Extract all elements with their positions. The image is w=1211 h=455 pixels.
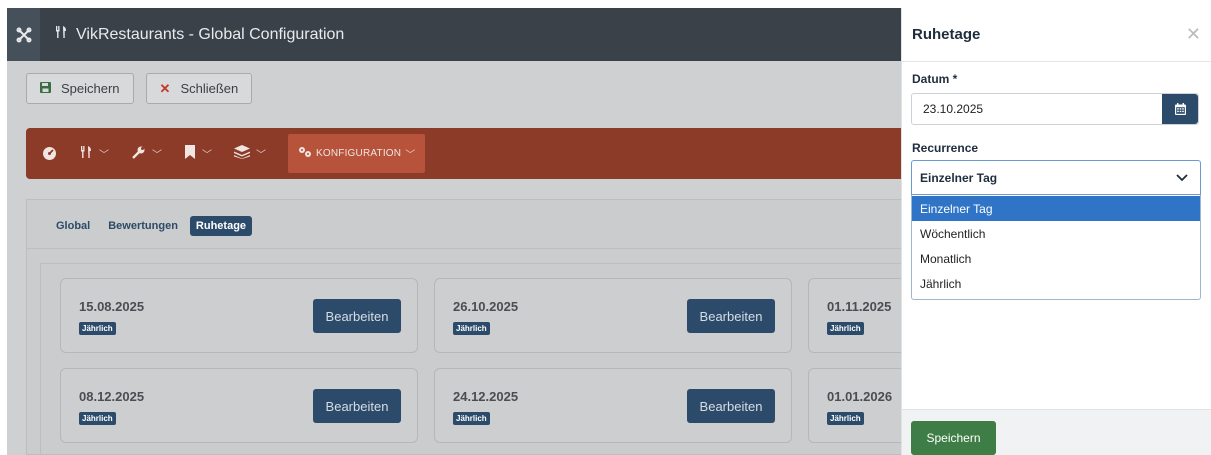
closing-days-grid: 15.08.2025 Jährlich Bearbeiten 26.10.202… [40,263,904,455]
floppy-disk-icon [40,81,51,96]
divider [27,248,902,249]
edit-button[interactable]: Bearbeiten [687,389,775,423]
recurrence-badge: Jährlich [453,412,490,425]
drawer-footer: Speichern [902,409,1211,455]
card-date: 08.12.2025 [79,389,145,404]
date-label: Datum * [912,72,958,86]
close-button[interactable]: ✕ Schließen [145,73,253,104]
option-jaehrlich[interactable]: Jährlich [912,271,1200,296]
recurrence-badge: Jährlich [827,322,864,335]
menu-layers[interactable]: ﹀ [234,145,266,162]
main-navbar: ﹀ ﹀ ﹀ ﹀ KONFIGURATION ﹀ [26,128,901,179]
drawer-header: Ruhetage ✕ [902,8,1211,62]
joomla-logo-icon[interactable] [7,8,40,61]
layers-icon [234,145,250,162]
menu-configuration[interactable]: KONFIGURATION ﹀ [288,134,426,173]
card-date: 24.12.2025 [453,389,519,404]
close-icon[interactable]: ✕ [1186,24,1201,45]
edit-button[interactable]: Bearbeiten [687,299,775,333]
close-icon: ✕ [159,80,171,96]
dashboard-icon[interactable] [42,146,57,161]
cutlery-icon [79,145,93,162]
gears-icon [298,146,312,161]
closing-day-card: 15.08.2025 Jährlich Bearbeiten [60,278,418,353]
configuration-label: KONFIGURATION [316,148,402,159]
bookmark-icon [184,145,196,162]
edit-button[interactable]: Bearbeiten [313,389,401,423]
card-date: 01.01.2026 [827,389,893,404]
drawer-title: Ruhetage [912,26,981,43]
save-button[interactable]: Speichern [26,73,134,104]
closing-day-card: 26.10.2025 Jährlich Bearbeiten [434,278,792,353]
recurrence-options-list: Einzelner Tag Wöchentlich Monatlich Jähr… [911,195,1201,300]
restaurant-icon [54,25,68,44]
menu-tools[interactable]: ﹀ [131,145,162,163]
card-date: 01.11.2025 [827,299,892,314]
close-label: Schließen [180,81,239,96]
chevron-down-icon: ﹀ [152,150,162,161]
menu-bookmark[interactable]: ﹀ [184,145,212,162]
tab-global[interactable]: Global [50,216,96,236]
closing-day-card: 08.12.2025 Jährlich Bearbeiten [60,368,418,443]
page-title: VikRestaurants - Global Configuration [54,25,344,44]
tab-ruhetage[interactable]: Ruhetage [189,216,253,236]
closing-day-card: 01.01.2026 Jährlich [808,368,904,443]
tab-bar: Global Bewertungen Ruhetage [50,216,253,236]
date-value[interactable]: 23.10.2025 [912,94,1162,124]
closing-day-card: 01.11.2025 Jährlich [808,278,904,353]
closing-day-drawer: Ruhetage ✕ Datum * 23.10.2025 Recurrence… [901,8,1211,455]
page: VikRestaurants - Global Configuration Sp… [0,0,1211,455]
option-einzelner-tag[interactable]: Einzelner Tag [912,196,1200,221]
date-field[interactable]: 23.10.2025 [911,93,1199,125]
app-header: VikRestaurants - Global Configuration [7,8,901,61]
chevron-down-icon: ﹀ [405,150,416,161]
chevron-down-icon: ﹀ [256,150,266,161]
drawer-save-button[interactable]: Speichern [911,421,996,455]
chevron-down-icon: ﹀ [202,150,212,161]
recurrence-badge: Jährlich [453,322,490,335]
chevron-down-icon: ﹀ [99,150,109,161]
option-woechentlich[interactable]: Wöchentlich [912,221,1200,246]
card-date: 15.08.2025 [79,299,145,314]
recurrence-select[interactable]: Einzelner Tag [911,160,1201,195]
recurrence-badge: Jährlich [827,412,864,425]
option-monatlich[interactable]: Monatlich [912,246,1200,271]
closing-day-card: 24.12.2025 Jährlich Bearbeiten [434,368,792,443]
chevron-down-icon [1176,171,1188,185]
menu-restaurant[interactable]: ﹀ [79,145,109,162]
card-date: 26.10.2025 [453,299,519,314]
wrench-icon [131,145,146,163]
toolbar: Speichern ✕ Schließen [26,73,253,104]
recurrence-selected-value: Einzelner Tag [920,170,998,185]
calendar-icon[interactable] [1162,94,1198,124]
recurrence-badge: Jährlich [79,412,116,425]
recurrence-label: Recurrence [912,141,979,155]
tab-bewertungen[interactable]: Bewertungen [102,216,184,236]
save-label: Speichern [61,81,120,96]
recurrence-badge: Jährlich [79,322,116,335]
config-panel: Global Bewertungen Ruhetage 15.08.2025 J… [26,199,904,455]
main-content: Speichern ✕ Schließen ﹀ ﹀ ﹀ ﹀ KONFIGURAT… [7,61,904,455]
app-title: VikRestaurants - Global Configuration [76,25,345,43]
edit-button[interactable]: Bearbeiten [313,299,401,333]
